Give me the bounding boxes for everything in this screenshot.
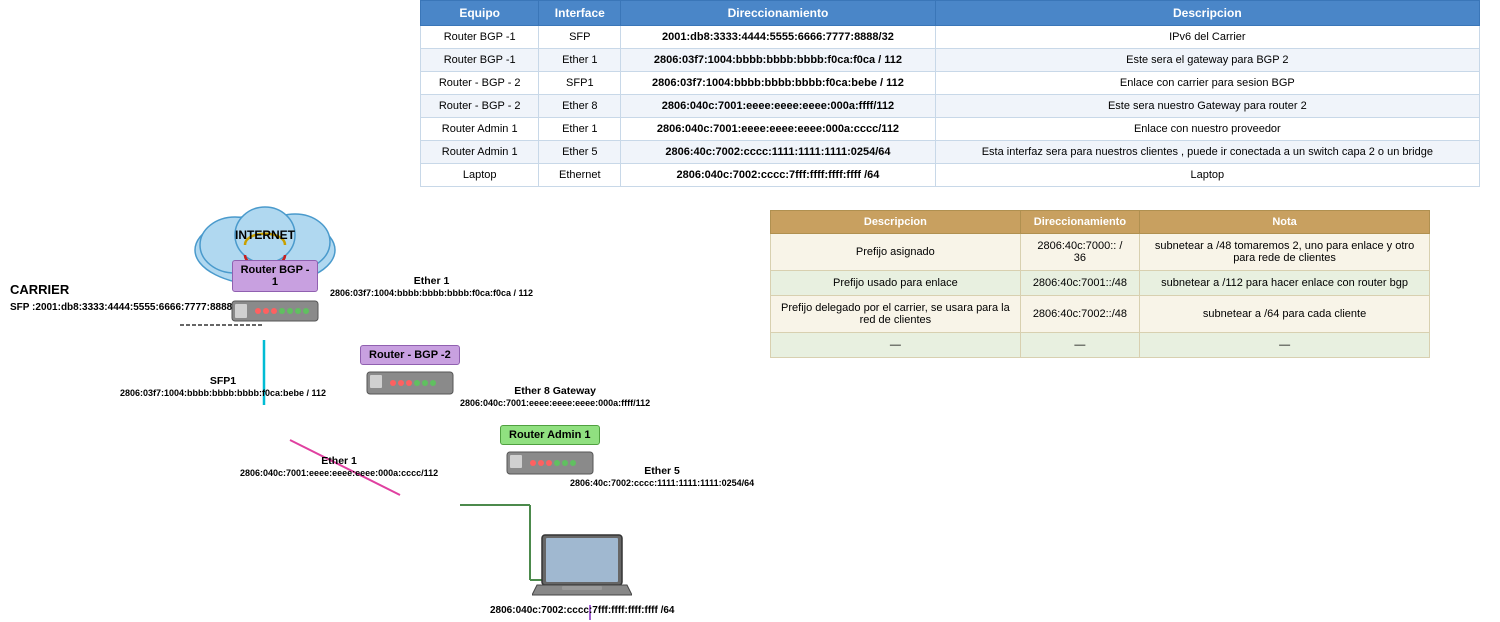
table-cell: Router - BGP - 2 xyxy=(421,72,539,95)
table-cell: 2806:40c:7002::/48 xyxy=(1020,296,1139,333)
col-descripcion: Descripcion xyxy=(935,1,1479,26)
table-cell: Enlace con nuestro proveedor xyxy=(935,118,1479,141)
col2-nota: Nota xyxy=(1140,211,1430,234)
table-cell: subnetear a /48 tomaremos 2, uno para en… xyxy=(1140,234,1430,271)
table-row: Prefijo asignado2806:40c:7000:: / 36subn… xyxy=(771,234,1430,271)
router-admin1-label: Router Admin 1 xyxy=(500,425,600,445)
router-bgp1-label: Router BGP -1 xyxy=(232,260,319,292)
table-row: Router - BGP - 2Ether 82806:040c:7001:ee… xyxy=(421,95,1480,118)
table-cell: Prefijo delegado por el carrier, se usar… xyxy=(771,296,1021,333)
table-cell: Laptop xyxy=(935,164,1479,187)
router-bgp2-label: Router - BGP -2 xyxy=(360,345,460,365)
ether5-label: Ether 5 2806:40c:7002:cccc:1111:1111:111… xyxy=(570,465,754,489)
table-cell: SFP1 xyxy=(539,72,621,95)
table-row: Prefijo usado para enlace2806:40c:7001::… xyxy=(771,271,1430,296)
table-cell: Este sera el gateway para BGP 2 xyxy=(935,49,1479,72)
table-cell: Prefijo usado para enlace xyxy=(771,271,1021,296)
table-row: Router BGP -1SFP2001:db8:3333:4444:5555:… xyxy=(421,26,1480,49)
table-row: Router - BGP - 2SFP12806:03f7:1004:bbbb:… xyxy=(421,72,1480,95)
table-cell: 2806:40c:7001::/48 xyxy=(1020,271,1139,296)
table-cell: Ether 8 xyxy=(539,95,621,118)
table-cell: Prefijo asignado xyxy=(771,234,1021,271)
table-cell: subnetear a /112 para hacer enlace con r… xyxy=(1140,271,1430,296)
table-row: Prefijo delegado por el carrier, se usar… xyxy=(771,296,1430,333)
router-bgp2-box: Router - BGP -2 xyxy=(360,345,460,397)
ether1-admin-label: Ether 1 2806:040c:7001:eeee:eeee:eeee:00… xyxy=(240,455,438,479)
table-row: Router BGP -1Ether 12806:03f7:1004:bbbb:… xyxy=(421,49,1480,72)
table-cell: Router - BGP - 2 xyxy=(421,95,539,118)
internet-label: INTERNET xyxy=(185,228,345,242)
router-bgp2-icon xyxy=(365,369,455,397)
network-diagram: INTERNET CARRIER SFP :2001:db8:3333:4444… xyxy=(0,140,770,620)
table-cell: Enlace con carrier para sesion BGP xyxy=(935,72,1479,95)
carrier-sfp: SFP :2001:db8:3333:4444:5555:6666:7777:8… xyxy=(10,300,246,315)
col2-descripcion: Descripcion xyxy=(771,211,1021,234)
table-cell: 2001:db8:3333:4444:5555:6666:7777:8888/3… xyxy=(621,26,935,49)
table-cell: Router Admin 1 xyxy=(421,118,539,141)
table-cell: 2806:03f7:1004:bbbb:bbbb:bbbb:f0ca:bebe … xyxy=(621,72,935,95)
table-cell: — xyxy=(771,333,1021,358)
carrier-label: CARRIER xyxy=(10,280,246,300)
table-row: ——— xyxy=(771,333,1430,358)
carrier-area: CARRIER SFP :2001:db8:3333:4444:5555:666… xyxy=(10,280,246,315)
table-cell: subnetear a /64 para cada cliente xyxy=(1140,296,1430,333)
table-cell: 2806:40c:7000:: / 36 xyxy=(1020,234,1139,271)
ether1-bgp1-label: Ether 1 2806:03f7:1004:bbbb:bbbb:bbbb:f0… xyxy=(330,275,533,299)
col-interface: Interface xyxy=(539,1,621,26)
table-cell: 2806:040c:7001:eeee:eeee:eeee:000a:cccc/… xyxy=(621,118,935,141)
router-bgp1-box: Router BGP -1 xyxy=(230,260,320,326)
col2-direccionamiento: Direccionamiento xyxy=(1020,211,1139,234)
table-cell: Router BGP -1 xyxy=(421,26,539,49)
second-table: Descripcion Direccionamiento Nota Prefij… xyxy=(770,210,1430,358)
col-direccionamiento: Direccionamiento xyxy=(621,1,935,26)
laptop-icon xyxy=(532,530,632,600)
laptop-addr: 2806:040c:7002:cccc:7fff:ffff:ffff:ffff … xyxy=(490,605,675,616)
table-cell: Ether 1 xyxy=(539,118,621,141)
table-cell: 2806:03f7:1004:bbbb:bbbb:bbbb:f0ca:f0ca … xyxy=(621,49,935,72)
col-equipo: Equipo xyxy=(421,1,539,26)
table-cell: Esta interfaz sera para nuestros cliente… xyxy=(935,141,1479,164)
table-cell: — xyxy=(1140,333,1430,358)
table-cell: Ether 1 xyxy=(539,49,621,72)
table-cell: 2806:040c:7001:eeee:eeee:eeee:000a:ffff/… xyxy=(621,95,935,118)
table-cell: IPv6 del Carrier xyxy=(935,26,1479,49)
table-cell: SFP xyxy=(539,26,621,49)
table-cell: — xyxy=(1020,333,1139,358)
table-row: Router Admin 1Ether 12806:040c:7001:eeee… xyxy=(421,118,1480,141)
table-cell: Router BGP -1 xyxy=(421,49,539,72)
sfp1-label: SFP1 2806:03f7:1004:bbbb:bbbb:bbbb:f0ca:… xyxy=(120,375,326,399)
table-cell: Este sera nuestro Gateway para router 2 xyxy=(935,95,1479,118)
router-bgp1-icon xyxy=(230,296,320,326)
laptop-area: 2806:040c:7002:cccc:7fff:ffff:ffff:ffff … xyxy=(490,530,675,616)
ether8-label: Ether 8 Gateway 2806:040c:7001:eeee:eeee… xyxy=(460,385,650,409)
